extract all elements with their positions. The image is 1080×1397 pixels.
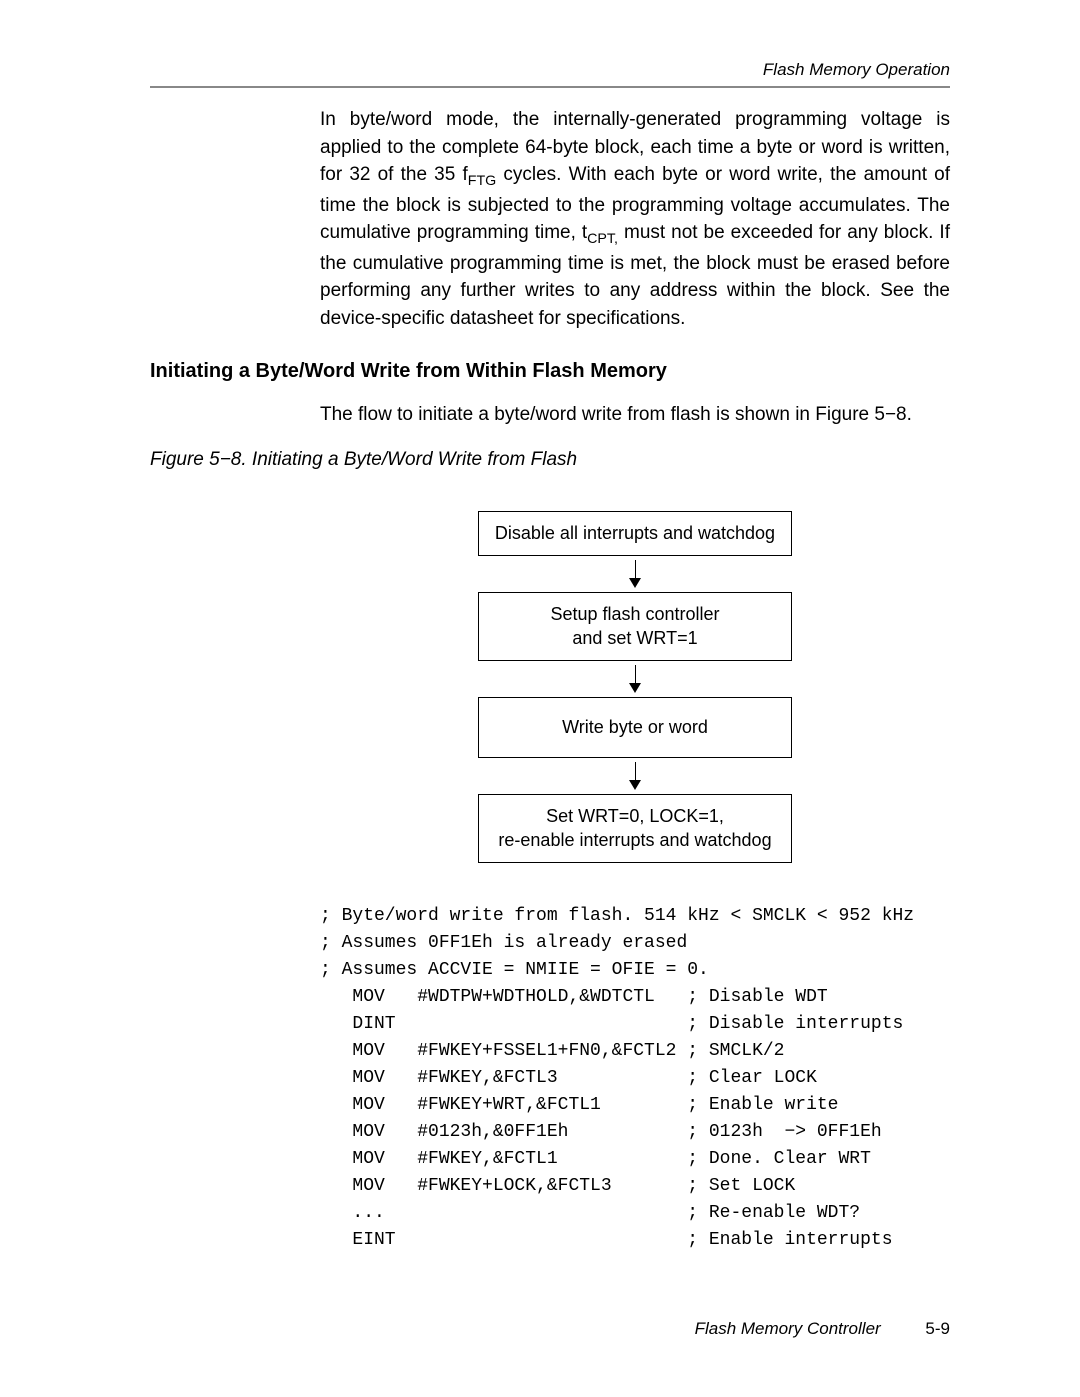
footer-title: Flash Memory Controller: [695, 1319, 881, 1338]
p1-sub2: CPT,: [587, 231, 618, 247]
figure-caption: Figure 5−8. Initiating a Byte/Word Write…: [150, 449, 950, 471]
code-listing: ; Byte/word write from flash. 514 kHz < …: [320, 903, 950, 1254]
paragraph-1: In byte/word mode, the internally-genera…: [320, 106, 950, 332]
flow-box-1: Disable all interrupts and watchdog: [478, 511, 792, 556]
flow-box-2a: Setup flash controller: [550, 604, 719, 624]
intro-block: In byte/word mode, the internally-genera…: [320, 106, 950, 332]
header-rule: [150, 86, 950, 88]
page: Flash Memory Operation In byte/word mode…: [0, 0, 1080, 1397]
paragraph-2: The flow to initiate a byte/word write f…: [320, 401, 950, 429]
flow-box-4: Set WRT=0, LOCK=1, re-enable interrupts …: [478, 794, 792, 863]
footer-page-number: 5-9: [925, 1319, 950, 1338]
page-footer: Flash Memory Controller 5-9: [695, 1319, 950, 1339]
arrow-icon: [629, 560, 641, 588]
section-heading: Initiating a Byte/Word Write from Within…: [150, 360, 950, 383]
flowchart: Disable all interrupts and watchdog Setu…: [320, 511, 950, 863]
arrow-icon: [629, 762, 641, 790]
flow-box-2: Setup flash controller and set WRT=1: [478, 592, 792, 661]
flow-box-4b: re-enable interrupts and watchdog: [498, 830, 771, 850]
p1-sub1: FTG: [468, 173, 497, 189]
running-head: Flash Memory Operation: [150, 60, 950, 80]
flow-box-2b: and set WRT=1: [572, 628, 697, 648]
flow-box-4a: Set WRT=0, LOCK=1,: [546, 806, 724, 826]
arrow-icon: [629, 665, 641, 693]
section-body: The flow to initiate a byte/word write f…: [320, 401, 950, 429]
flow-box-3: Write byte or word: [478, 697, 792, 758]
